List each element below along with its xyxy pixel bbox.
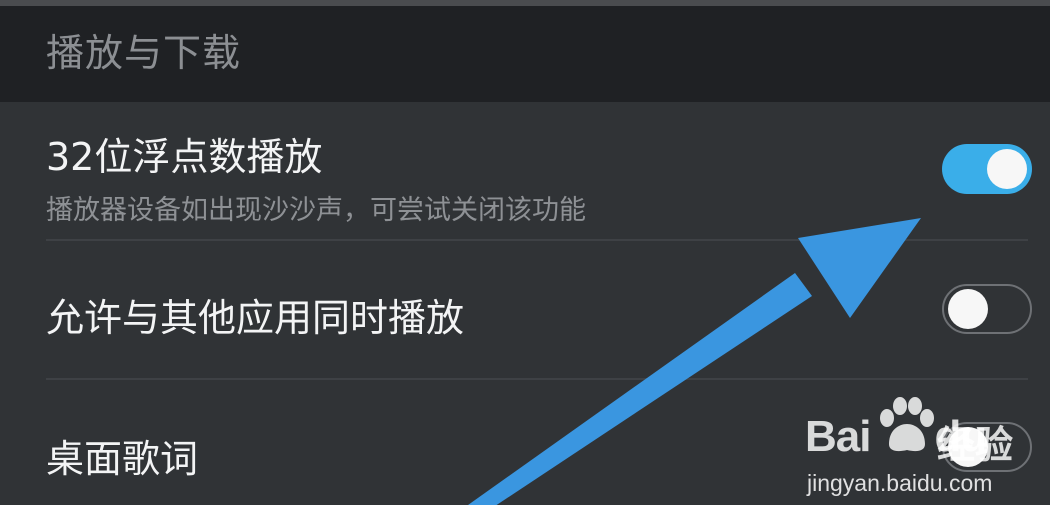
watermark-suffix: 经验 — [937, 423, 1014, 467]
setting-row-mix-playback[interactable]: 允许与其他应用同时播放 — [0, 241, 1050, 378]
setting-subtitle: 播放器设备如出现沙沙声，可尝试关闭该功能 — [46, 195, 586, 226]
section-header: 播放与下载 — [0, 6, 1050, 102]
setting-row-float-playback[interactable]: 32位浮点数播放 播放器设备如出现沙沙声，可尝试关闭该功能 — [0, 102, 1050, 240]
baidu-jingyan-watermark: Bai du 经验 jingyan.baidu.com — [805, 390, 1040, 500]
setting-title: 桌面歌词 — [46, 437, 199, 481]
watermark-brand-left: Bai — [805, 412, 871, 461]
toggle-knob — [948, 289, 988, 329]
paw-icon — [880, 397, 934, 452]
section-title: 播放与下载 — [46, 31, 242, 75]
mix-playback-toggle[interactable] — [942, 284, 1032, 334]
settings-screen: 播放与下载 32位浮点数播放 播放器设备如出现沙沙声，可尝试关闭该功能 允许与其… — [0, 0, 1050, 505]
setting-title: 允许与其他应用同时播放 — [46, 296, 465, 340]
toggle-knob — [987, 149, 1027, 189]
setting-title: 32位浮点数播放 — [46, 135, 323, 179]
watermark-url: jingyan.baidu.com — [807, 470, 993, 496]
float-playback-toggle[interactable] — [942, 144, 1032, 194]
